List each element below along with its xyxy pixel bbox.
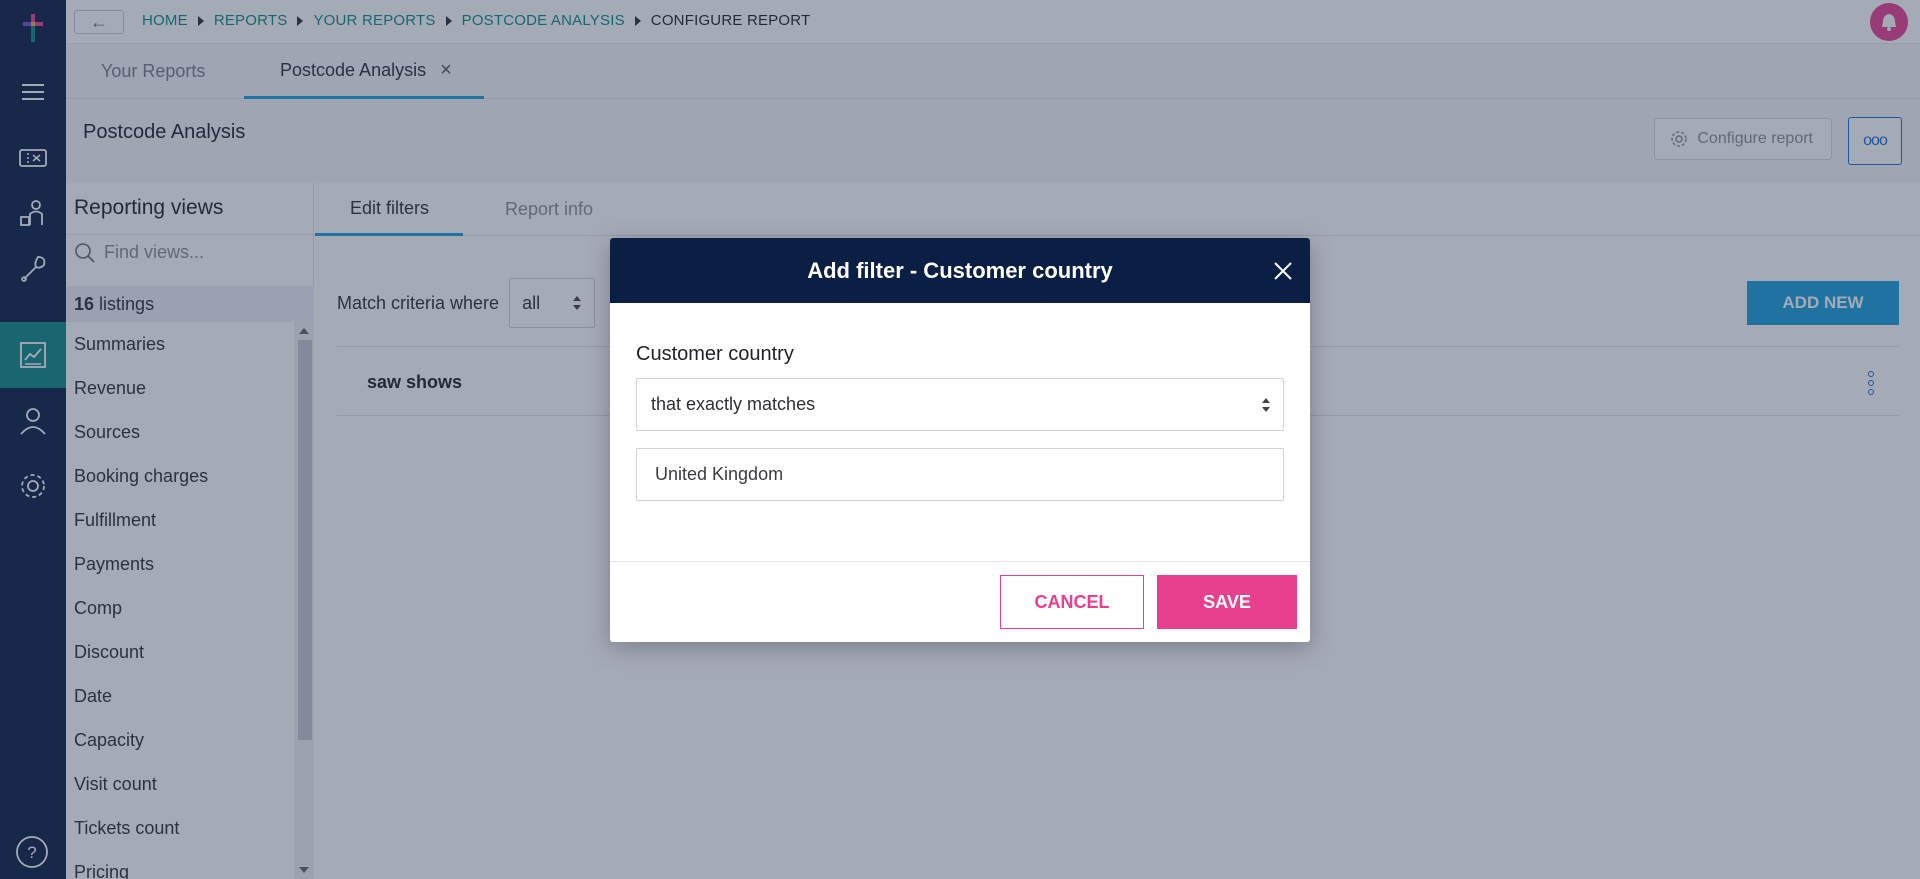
cancel-button[interactable]: CANCEL [1000, 575, 1144, 629]
dialog-footer: CANCEL SAVE [610, 562, 1310, 642]
condition-select[interactable]: that exactly matches [636, 378, 1284, 431]
add-filter-dialog: Add filter - Customer country Customer c… [610, 238, 1310, 642]
dialog-title: Add filter - Customer country [807, 257, 1113, 283]
close-icon[interactable] [1272, 260, 1294, 282]
country-value: United Kingdom [655, 464, 784, 484]
country-value-input[interactable]: United Kingdom [636, 448, 1284, 501]
condition-value: that exactly matches [651, 394, 816, 414]
field-label: Customer country [636, 343, 794, 365]
dialog-header: Add filter - Customer country [610, 238, 1310, 303]
dialog-body: Customer country that exactly matches Un… [610, 303, 1310, 562]
save-button[interactable]: SAVE [1157, 575, 1297, 629]
sort-arrows-icon [1262, 398, 1270, 412]
